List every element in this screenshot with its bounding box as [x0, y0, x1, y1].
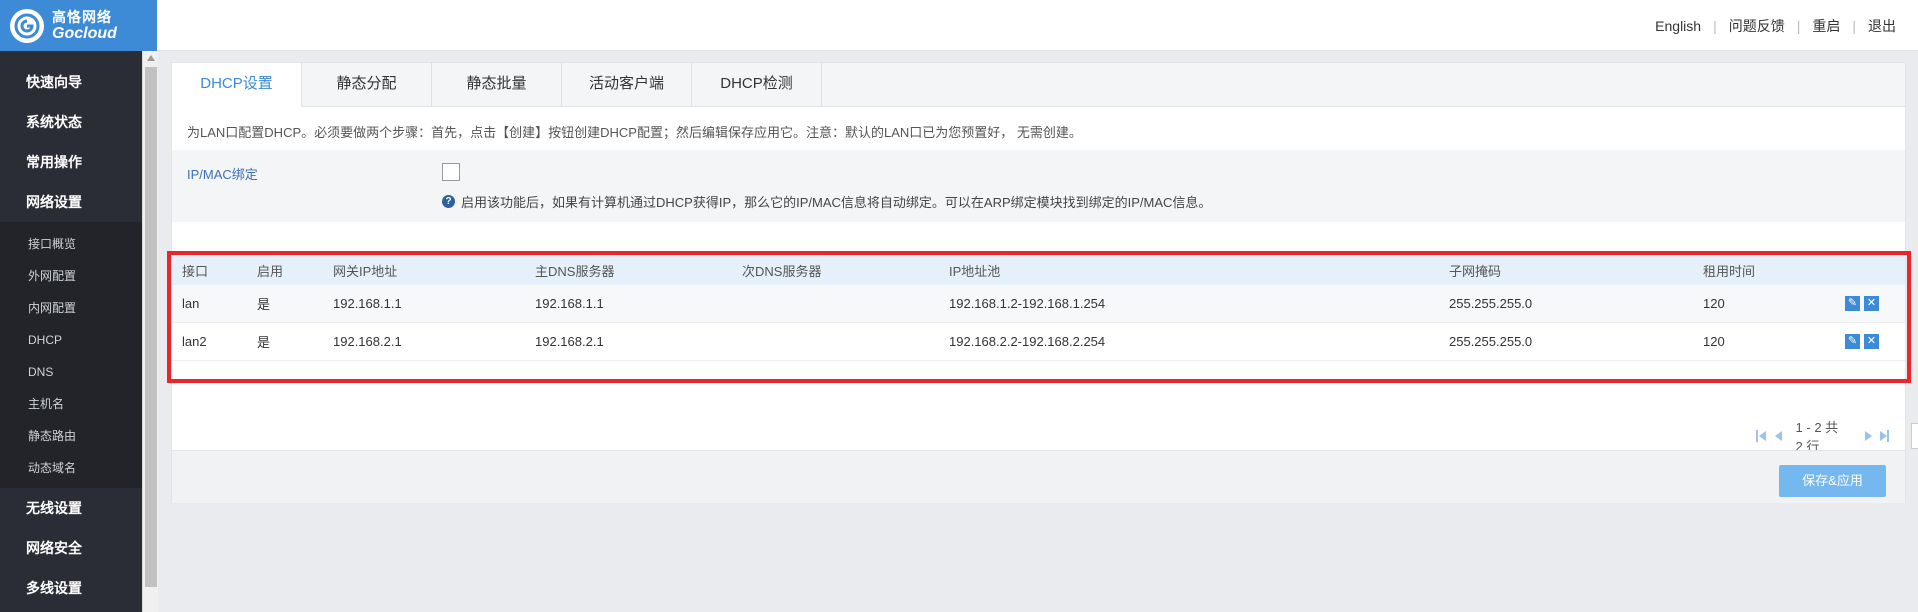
last-page-icon[interactable]	[1879, 430, 1889, 442]
sidebar-subitem-wan-config[interactable]: 外网配置	[0, 260, 142, 292]
next-page-icon[interactable]	[1863, 430, 1873, 442]
question-icon: ?	[442, 195, 455, 208]
tab-static-allocation[interactable]: 静态分配	[302, 63, 432, 107]
language-link[interactable]: English	[1643, 18, 1713, 34]
cell-gateway-ip: 192.168.1.1	[333, 296, 402, 311]
sidebar-subitem-lan-config[interactable]: 内网配置	[0, 292, 142, 324]
sidebar-item-security[interactable]: 网络安全	[0, 528, 142, 568]
top-bar: English | 问题反馈 | 重启 | 退出	[157, 0, 1918, 51]
ip-mac-binding-help-text: 启用该功能后，如果有计算机通过DHCP获得IP，那么它的IP/MAC信息将自动绑…	[461, 195, 1212, 210]
column-header[interactable]: 子网掩码	[1449, 261, 1501, 280]
ip-mac-binding-help: ? 启用该功能后，如果有计算机通过DHCP获得IP，那么它的IP/MAC信息将自…	[442, 192, 1211, 211]
sidebar-item-network-settings[interactable]: 网络设置	[0, 182, 142, 222]
sidebar-subitem-interface-overview[interactable]: 接口概览	[0, 228, 142, 260]
feedback-link[interactable]: 问题反馈	[1717, 16, 1797, 36]
tab-bar: DHCP设置 静态分配 静态批量 活动客户端 DHCP检测	[172, 63, 822, 107]
sidebar-subitem-dns[interactable]: DNS	[0, 356, 142, 388]
sidebar-subitem-ddns[interactable]: 动态域名	[0, 452, 142, 484]
cell-enabled: 是	[257, 297, 271, 312]
column-header[interactable]: 接口	[182, 261, 208, 280]
close-icon[interactable]: ✕	[1864, 296, 1879, 311]
column-header[interactable]: 主DNS服务器	[535, 261, 614, 280]
cell-enabled: 是	[257, 335, 271, 350]
brand-name-en: Gocloud	[52, 24, 117, 42]
sidebar-scrollbar[interactable]	[142, 51, 158, 612]
panel-body: 为LAN口配置DHCP。必须要做两个步骤：首先，点击【创建】按钮创建DHCP配置…	[172, 107, 1918, 494]
column-header[interactable]: 租用时间	[1703, 261, 1755, 280]
network-submenu: 接口概览 外网配置 内网配置 DHCP DNS 主机名 静态路由 动态域名	[0, 222, 142, 488]
cell-ip-pool: 192.168.2.2-192.168.2.254	[949, 334, 1106, 349]
cell-interface: lan	[182, 296, 200, 311]
close-icon[interactable]: ✕	[1864, 334, 1879, 349]
cell-gateway-ip: 192.168.2.1	[333, 334, 402, 349]
cell-lease-time: 120	[1703, 334, 1725, 349]
logout-link[interactable]: 退出	[1856, 16, 1908, 36]
column-header[interactable]: 网关IP地址	[333, 261, 397, 280]
ip-mac-binding-row: IP/MAC绑定 ? 启用该功能后，如果有计算机通过DHCP获得IP，那么它的I…	[172, 150, 1905, 222]
sidebar-item-common-ops[interactable]: 常用操作	[0, 142, 142, 182]
save-apply-button[interactable]: 保存&应用	[1779, 465, 1886, 497]
row-actions: ✎ ✕	[1845, 334, 1879, 349]
column-header[interactable]: 次DNS服务器	[742, 261, 821, 280]
sidebar-subitem-hostname[interactable]: 主机名	[0, 388, 142, 420]
action-bar: 保存&应用	[172, 450, 1905, 503]
sidebar-item-quick-wizard[interactable]: 快速向导	[0, 62, 142, 102]
cell-subnet-mask: 255.255.255.0	[1449, 334, 1533, 349]
brand-logo: 高恪网络 Gocloud	[0, 0, 157, 51]
cell-primary-dns: 192.168.1.1	[535, 296, 604, 311]
tab-dhcp-settings[interactable]: DHCP设置	[172, 63, 302, 107]
column-header[interactable]: IP地址池	[949, 261, 1000, 280]
edit-icon[interactable]: ✎	[1845, 334, 1860, 349]
scroll-up-icon[interactable]	[147, 55, 155, 61]
tab-active-clients[interactable]: 活动客户端	[562, 63, 692, 107]
cell-interface: lan2	[182, 334, 207, 349]
header-links: English | 问题反馈 | 重启 | 退出	[1643, 0, 1908, 51]
edit-icon[interactable]: ✎	[1845, 296, 1860, 311]
sidebar: 快速向导 系统状态 常用操作 网络设置 接口概览 外网配置 内网配置 DHCP …	[0, 51, 142, 612]
dhcp-panel: DHCP设置 静态分配 静态批量 活动客户端 DHCP检测 为LAN口配置DHC…	[171, 62, 1918, 503]
table-row: lan2 是 192.168.2.1 192.168.2.1 192.168.2…	[172, 323, 1905, 361]
sidebar-item-system-status[interactable]: 系统状态	[0, 102, 142, 142]
dhcp-table: 接口 启用 网关IP地址 主DNS服务器 次DNS服务器 IP地址池 子网掩码 …	[172, 255, 1905, 361]
sidebar-item-multiwan[interactable]: 多线设置	[0, 568, 142, 608]
cell-primary-dns: 192.168.2.1	[535, 334, 604, 349]
ip-mac-binding-checkbox[interactable]	[442, 163, 460, 181]
table-row: lan 是 192.168.1.1 192.168.1.1 192.168.1.…	[172, 285, 1905, 323]
cell-subnet-mask: 255.255.255.0	[1449, 296, 1533, 311]
sidebar-item-wireless[interactable]: 无线设置	[0, 488, 142, 528]
pagination: 1 - 2 共 2 行 10 1	[1752, 420, 1918, 454]
reboot-link[interactable]: 重启	[1800, 16, 1852, 36]
first-page-icon[interactable]	[1756, 430, 1767, 442]
brand-name-cn: 高恪网络	[52, 8, 112, 25]
tab-dhcp-detect[interactable]: DHCP检测	[692, 63, 822, 107]
prev-page-icon[interactable]	[1773, 430, 1783, 442]
page-description: 为LAN口配置DHCP。必须要做两个步骤：首先，点击【创建】按钮创建DHCP配置…	[187, 125, 1082, 140]
gocloud-logo-icon	[10, 8, 44, 43]
cell-ip-pool: 192.168.1.2-192.168.1.254	[949, 296, 1106, 311]
tab-static-batch[interactable]: 静态批量	[432, 63, 562, 107]
sidebar-subitem-static-route[interactable]: 静态路由	[0, 420, 142, 452]
sidebar-subitem-dhcp[interactable]: DHCP	[0, 324, 142, 356]
row-actions: ✎ ✕	[1845, 296, 1879, 311]
page-size-select[interactable]: 10	[1910, 423, 1918, 449]
scrollbar-thumb[interactable]	[145, 67, 157, 587]
column-header[interactable]: 启用	[257, 261, 283, 280]
cell-lease-time: 120	[1703, 296, 1725, 311]
ip-mac-binding-label: IP/MAC绑定	[187, 167, 258, 182]
table-header: 接口 启用 网关IP地址 主DNS服务器 次DNS服务器 IP地址池 子网掩码 …	[172, 255, 1905, 285]
